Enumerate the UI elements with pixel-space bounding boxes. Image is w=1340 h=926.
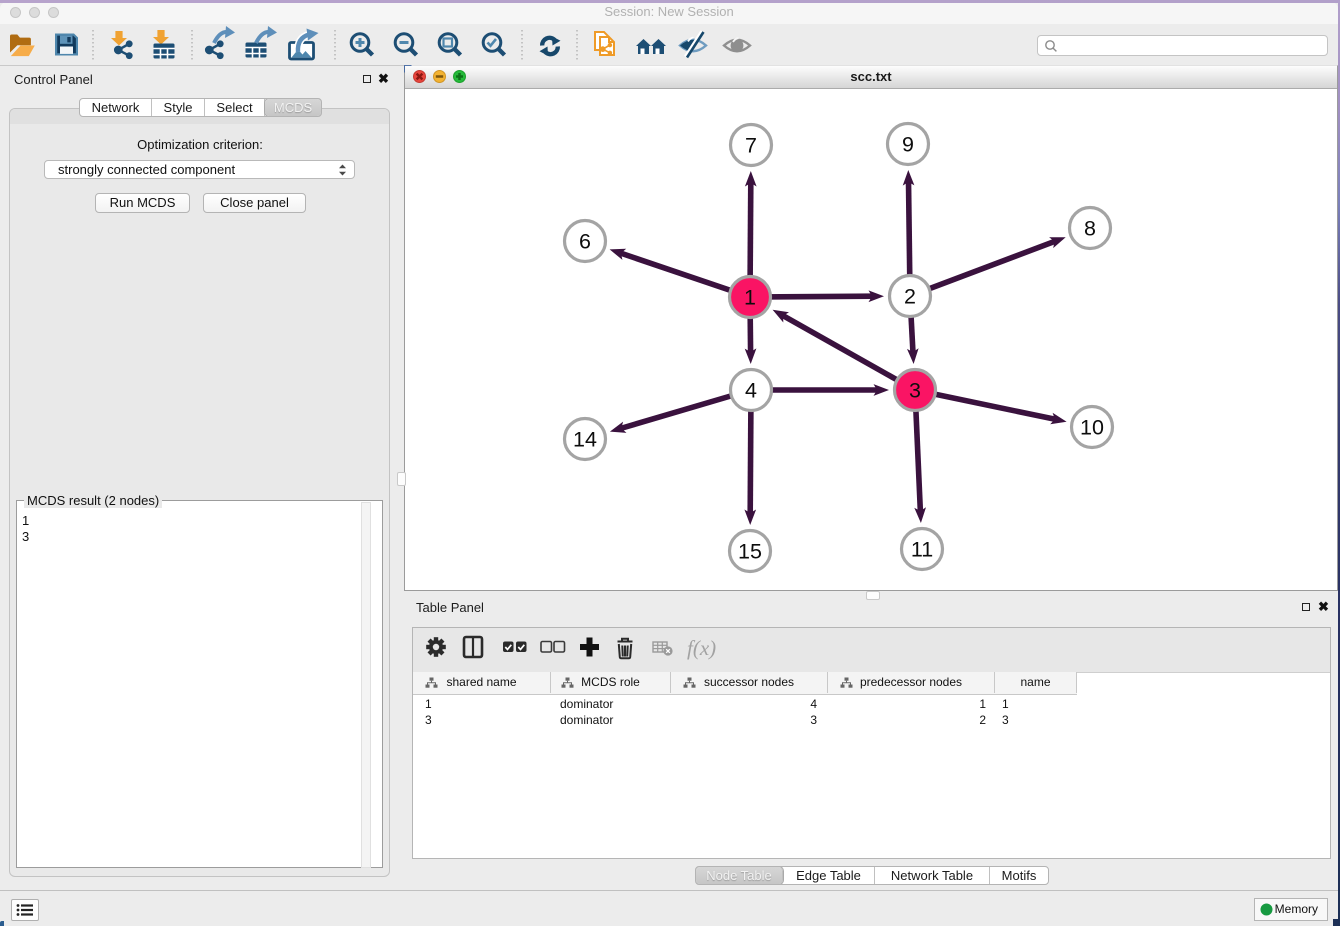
svg-text:15: 15 (738, 540, 762, 564)
svg-text:3: 3 (909, 379, 921, 403)
svg-text:7: 7 (745, 134, 757, 158)
svg-text:14: 14 (573, 428, 597, 452)
svg-text:10: 10 (1080, 416, 1104, 440)
svg-text:1: 1 (744, 286, 756, 310)
svg-text:11: 11 (911, 538, 933, 562)
svg-text:4: 4 (745, 379, 757, 403)
svg-text:8: 8 (1084, 217, 1096, 241)
svg-text:2: 2 (904, 285, 916, 309)
svg-text:9: 9 (902, 133, 914, 157)
svg-text:f(x): f(x) (687, 636, 716, 660)
svg-text:6: 6 (579, 230, 591, 254)
